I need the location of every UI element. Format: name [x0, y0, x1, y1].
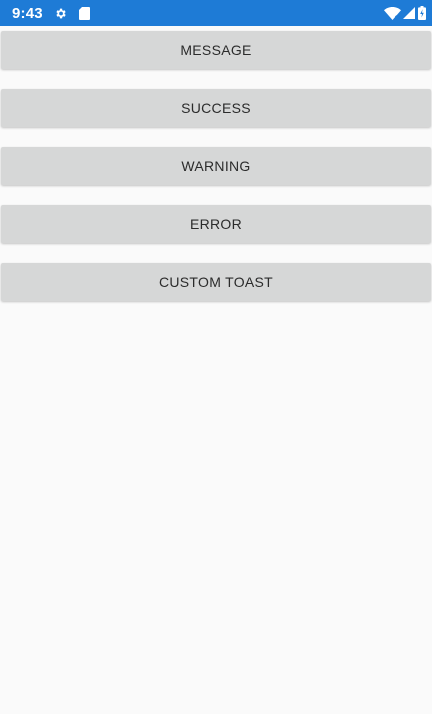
status-time: 9:43 — [12, 4, 43, 22]
status-left: 9:43 — [12, 5, 90, 22]
error-button[interactable]: ERROR — [1, 205, 431, 243]
custom-toast-button[interactable]: CUSTOM TOAST — [1, 263, 431, 301]
warning-button[interactable]: WARNING — [1, 147, 431, 185]
status-right — [384, 6, 426, 20]
status-bar: 9:43 — [0, 0, 432, 26]
sd-card-icon — [78, 6, 90, 20]
battery-icon — [418, 6, 426, 20]
signal-icon — [403, 7, 415, 19]
wifi-icon — [384, 6, 401, 20]
message-button[interactable]: MESSAGE — [1, 31, 431, 69]
success-button[interactable]: SUCCESS — [1, 89, 431, 127]
gear-icon — [54, 7, 67, 20]
button-list: MESSAGE SUCCESS WARNING ERROR CUSTOM TOA… — [0, 26, 432, 301]
